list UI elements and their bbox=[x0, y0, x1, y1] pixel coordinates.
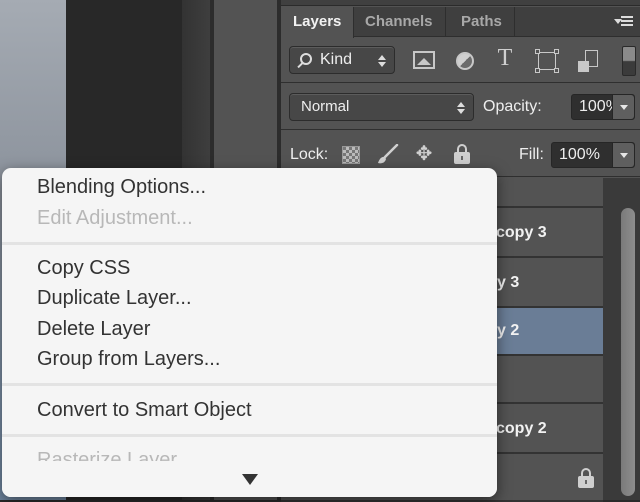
filter-row: Kind T bbox=[281, 38, 640, 83]
opacity-input[interactable]: 100% bbox=[571, 94, 635, 120]
hamburger-icon bbox=[621, 16, 633, 28]
adjustment-filter-icon[interactable] bbox=[456, 52, 474, 70]
fill-input[interactable]: 100% bbox=[551, 142, 635, 168]
menu-separator bbox=[2, 383, 497, 386]
menu-item-group-from-layers[interactable]: Group from Layers... bbox=[37, 348, 220, 371]
blend-row: Normal Opacity: 100% bbox=[281, 84, 640, 130]
menu-item-convert-to-smart-object[interactable]: Convert to Smart Object bbox=[37, 399, 252, 422]
menu-separator bbox=[2, 242, 497, 245]
lock-transparent-pixels-icon[interactable] bbox=[342, 146, 360, 164]
filter-toggle-switch[interactable] bbox=[622, 46, 636, 76]
scrollbar-thumb[interactable] bbox=[621, 208, 635, 496]
tab-paths[interactable]: Paths bbox=[449, 7, 515, 37]
opacity-label: Opacity: bbox=[483, 98, 542, 115]
shape-filter-icon[interactable] bbox=[535, 49, 559, 73]
lock-position-move-icon[interactable]: ✥ bbox=[414, 144, 434, 164]
search-icon bbox=[300, 53, 312, 65]
layer-name: copy 3 bbox=[496, 224, 547, 241]
image-filter-icon[interactable] bbox=[413, 51, 435, 69]
panel-menu-icon[interactable] bbox=[614, 16, 634, 28]
menu-separator bbox=[2, 434, 497, 437]
blend-mode-value: Normal bbox=[301, 98, 350, 115]
scroll-down-arrow-icon[interactable] bbox=[242, 474, 258, 485]
menu-item-delete-layer[interactable]: Delete Layer bbox=[37, 318, 150, 341]
tab-channels[interactable]: Channels bbox=[353, 7, 446, 37]
menu-item-copy-css[interactable]: Copy CSS bbox=[37, 257, 130, 280]
blend-mode-select[interactable]: Normal bbox=[289, 93, 474, 121]
fill-label: Fill: bbox=[519, 146, 544, 163]
menu-item-blending-options[interactable]: Blending Options... bbox=[37, 176, 206, 199]
layer-name: copy 2 bbox=[496, 420, 547, 437]
lock-label: Lock: bbox=[290, 146, 329, 163]
menu-item-duplicate-layer[interactable]: Duplicate Layer... bbox=[37, 287, 192, 310]
layer-name: y 3 bbox=[497, 274, 520, 291]
layer-name: y 2 bbox=[497, 322, 520, 339]
fill-dropdown-icon[interactable] bbox=[612, 143, 634, 167]
panel-tabbar: Layers Channels Paths bbox=[281, 7, 640, 38]
type-filter-icon[interactable]: T bbox=[493, 46, 517, 70]
updown-arrows-icon bbox=[378, 55, 386, 67]
layers-scrollbar[interactable] bbox=[613, 178, 640, 500]
lock-all-icon[interactable] bbox=[453, 144, 473, 164]
menu-item-edit-adjustment: Edit Adjustment... bbox=[37, 207, 193, 229]
layers-gap bbox=[603, 178, 613, 500]
lock-image-pixels-brush-icon[interactable] bbox=[375, 143, 399, 164]
layer-lock-icon bbox=[577, 468, 595, 488]
fill-value: 100% bbox=[559, 146, 600, 163]
panel-top-edge bbox=[281, 0, 640, 6]
updown-arrows-icon bbox=[457, 102, 465, 114]
opacity-dropdown-icon[interactable] bbox=[612, 95, 634, 119]
smart-object-filter-icon[interactable] bbox=[578, 50, 598, 72]
kind-label: Kind bbox=[320, 51, 353, 68]
kind-filter-select[interactable]: Kind bbox=[289, 46, 395, 74]
tab-layers[interactable]: Layers bbox=[281, 7, 355, 38]
layer-context-menu: Blending Options... Edit Adjustment... C… bbox=[2, 168, 497, 497]
